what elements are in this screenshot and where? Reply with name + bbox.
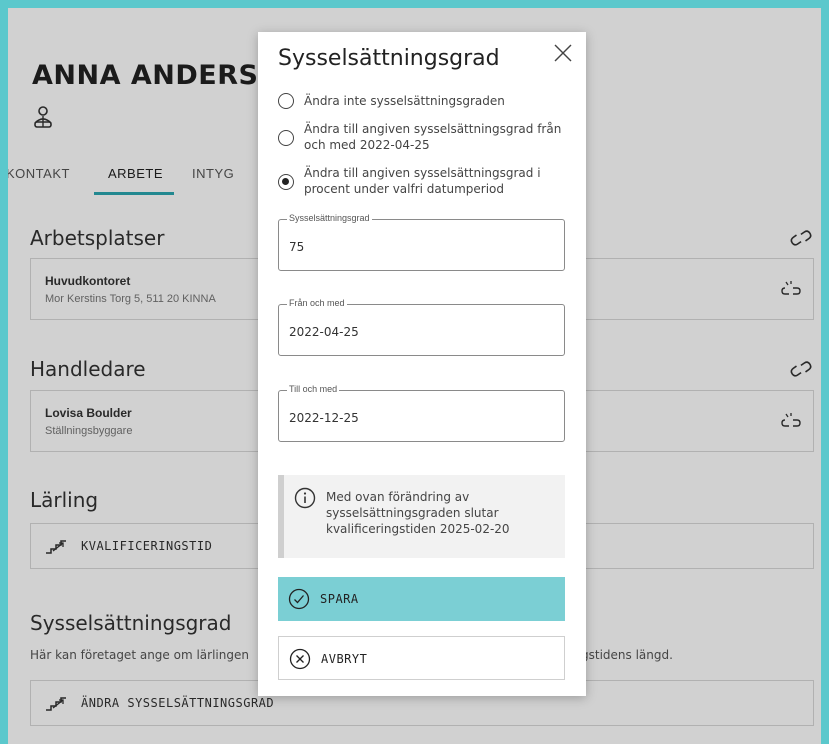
- field-label: Sysselsättningsgrad: [287, 213, 372, 223]
- cancel-button[interactable]: AVBRYT: [278, 636, 565, 680]
- to-date-field[interactable]: Till och med: [278, 384, 565, 442]
- radio-button-selected[interactable]: [278, 174, 294, 190]
- info-icon: [294, 487, 316, 509]
- to-date-input[interactable]: [289, 411, 549, 425]
- check-circle-icon: [288, 588, 310, 610]
- radio-button[interactable]: [278, 93, 294, 109]
- radio-label: Ändra till angiven sysselsättningsgrad i…: [304, 166, 541, 196]
- info-text: Med ovan förändring av sysselsättningsgr…: [326, 490, 510, 536]
- cancel-label: AVBRYT: [321, 652, 368, 666]
- radio-label: Ändra till angiven sysselsättningsgrad f…: [304, 122, 562, 152]
- save-button[interactable]: SPARA: [278, 577, 565, 621]
- dialog-title: Sysselsättningsgrad: [278, 46, 500, 71]
- radio-option-change-from-date[interactable]: Ändra till angiven sysselsättningsgrad f…: [278, 120, 578, 154]
- radio-option-no-change[interactable]: Ändra inte sysselsättningsgraden: [278, 92, 578, 112]
- radio-label: Ändra inte sysselsättningsgraden: [304, 94, 505, 108]
- radio-dot: [282, 178, 289, 185]
- field-label: Från och med: [287, 298, 347, 308]
- field-label: Till och med: [287, 384, 340, 394]
- x-circle-icon: [289, 648, 311, 670]
- close-icon[interactable]: [552, 42, 574, 64]
- employment-rate-input[interactable]: [289, 240, 549, 254]
- from-date-input[interactable]: [289, 325, 549, 339]
- employment-rate-field[interactable]: Sysselsättningsgrad: [278, 213, 565, 271]
- save-label: SPARA: [320, 592, 359, 606]
- radio-option-change-period[interactable]: Ändra till angiven sysselsättningsgrad i…: [278, 164, 578, 198]
- info-box: Med ovan förändring av sysselsättningsgr…: [278, 475, 565, 558]
- employment-rate-dialog: Sysselsättningsgrad Ändra inte sysselsät…: [258, 32, 586, 696]
- radio-button[interactable]: [278, 130, 294, 146]
- from-date-field[interactable]: Från och med: [278, 298, 565, 356]
